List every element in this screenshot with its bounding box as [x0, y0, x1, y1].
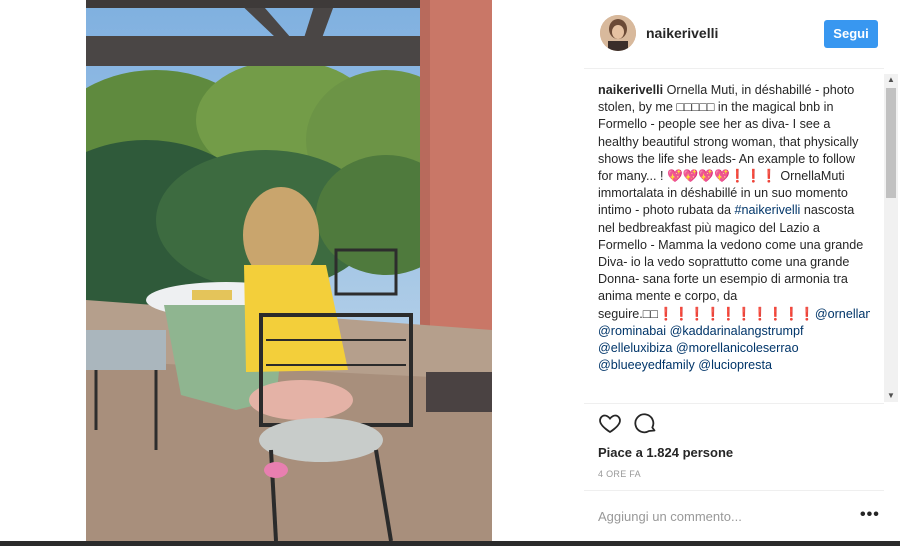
mention-link[interactable]: @ornellamuti — [815, 307, 870, 321]
comment-input[interactable] — [598, 507, 838, 525]
mention-link[interactable]: @morellanicoleserrao — [676, 341, 799, 355]
comment-icon[interactable] — [634, 411, 658, 440]
likes-count[interactable]: Piace a 1.824 persone — [598, 445, 733, 460]
caption-username[interactable]: naikerivelli — [598, 83, 663, 97]
post-header: naikerivelli Segui — [584, 0, 884, 69]
scroll-thumb[interactable] — [886, 88, 896, 198]
mention-link[interactable]: @luciopresta — [698, 358, 772, 372]
caption-text: naikerivelli Ornella Muti, in déshabillé… — [598, 82, 870, 374]
caption-body-1: Ornella Muti, in déshabillé - photo stol… — [598, 83, 859, 218]
divider — [584, 403, 884, 404]
caption-body-2: nascosta nel bedbreakfast più magico del… — [598, 203, 864, 321]
mention-link[interactable]: @rominabai — [598, 324, 666, 338]
scroll-up-icon[interactable]: ▲ — [884, 74, 898, 86]
post-side-panel: naikerivelli Segui naikerivelli Ornella … — [584, 0, 900, 541]
bottom-edge-bar — [0, 541, 900, 546]
caption-scroll-area[interactable]: naikerivelli Ornella Muti, in déshabillé… — [598, 82, 870, 400]
action-bar — [598, 411, 666, 437]
post-timestamp: 4 ORE FA — [598, 469, 641, 479]
follow-button[interactable]: Segui — [824, 20, 878, 48]
mention-link[interactable]: @blueeyedfamily — [598, 358, 695, 372]
more-options-button[interactable]: ••• — [860, 506, 880, 524]
hashtag-link[interactable]: #naikerivelli — [735, 203, 801, 217]
heart-icon[interactable] — [598, 411, 622, 440]
caption-scrollbar[interactable]: ▲ ▼ — [884, 74, 898, 402]
avatar[interactable] — [600, 15, 636, 51]
post-photo[interactable] — [86, 0, 492, 541]
username-link[interactable]: naikerivelli — [646, 25, 718, 41]
divider — [584, 490, 884, 491]
mention-link[interactable]: @elleluxibiza — [598, 341, 672, 355]
mention-link[interactable]: @kaddarinalangstrumpf — [670, 324, 804, 338]
scroll-down-icon[interactable]: ▼ — [884, 390, 898, 402]
